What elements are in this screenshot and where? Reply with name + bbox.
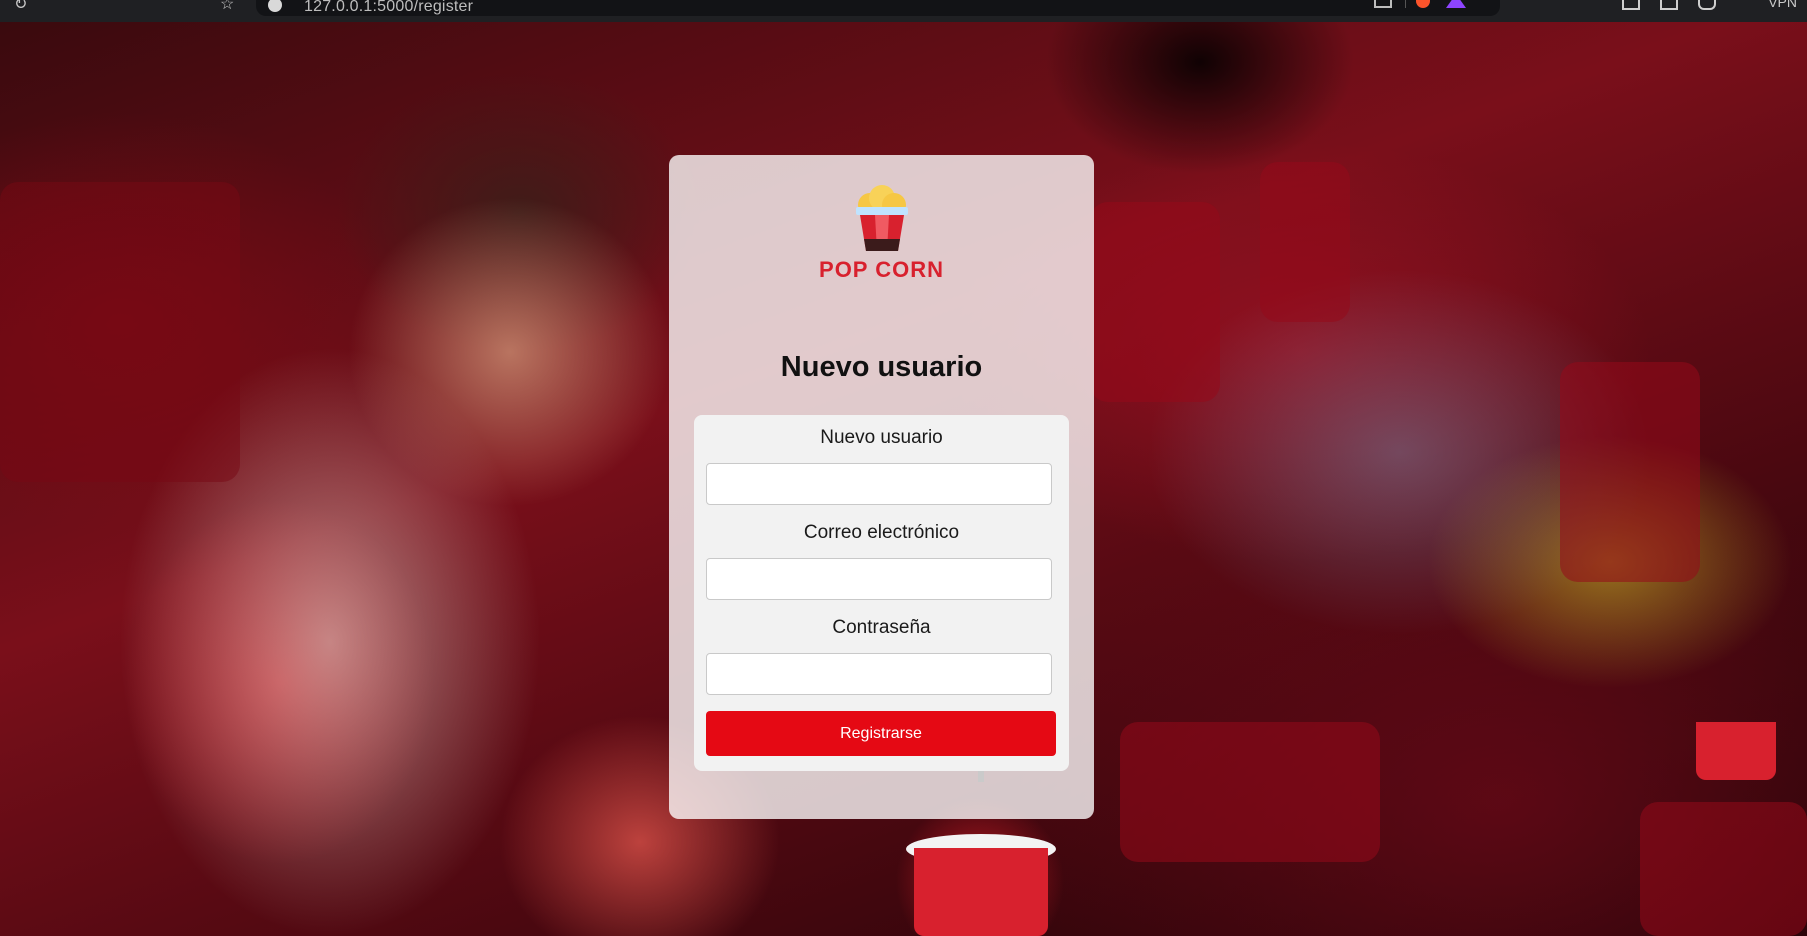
bookmark-icon[interactable]: ☆ <box>220 0 234 14</box>
drink-cup <box>1696 722 1776 780</box>
popcorn-bucket-icon <box>855 185 908 251</box>
divider <box>1405 0 1406 8</box>
site-info-icon[interactable] <box>268 0 282 12</box>
register-form: Nuevo usuario Correo electrónico Contras… <box>694 415 1069 771</box>
register-button[interactable]: Registrarse <box>706 711 1056 756</box>
vpn-label[interactable]: VPN <box>1768 0 1797 10</box>
sidebar-icon[interactable] <box>1622 0 1640 10</box>
page-title: Nuevo usuario <box>780 351 983 383</box>
address-bar[interactable]: 127.0.0.1:5000/register <box>256 0 1500 16</box>
password-label: Contraseña <box>832 617 931 638</box>
cinema-seat <box>1640 802 1807 936</box>
register-card: POP CORN Nuevo usuario Nuevo usuario Cor… <box>669 155 1094 819</box>
drink-cup <box>914 848 1048 936</box>
cinema-seat <box>1260 162 1350 322</box>
wallet-icon[interactable] <box>1660 0 1678 10</box>
brand-name: POP CORN <box>819 257 944 282</box>
username-label: Nuevo usuario <box>820 427 943 448</box>
password-input[interactable] <box>706 653 1052 695</box>
brave-shield-icon[interactable] <box>1416 0 1430 8</box>
email-label: Correo electrónico <box>803 522 960 543</box>
username-input[interactable] <box>706 463 1052 505</box>
cinema-seat <box>0 182 240 482</box>
reload-icon[interactable]: ↻ <box>14 0 27 14</box>
extensions-icon[interactable] <box>1698 0 1716 10</box>
brave-rewards-icon[interactable] <box>1446 0 1466 8</box>
cast-icon[interactable] <box>1374 0 1392 8</box>
email-input[interactable] <box>706 558 1052 600</box>
url-text[interactable]: 127.0.0.1:5000/register <box>304 0 473 16</box>
cinema-seat <box>1560 362 1700 582</box>
browser-toolbar: ↻ ☆ 127.0.0.1:5000/register VPN <box>0 0 1807 22</box>
cinema-seat <box>1120 722 1380 862</box>
cinema-seat <box>1090 202 1220 402</box>
